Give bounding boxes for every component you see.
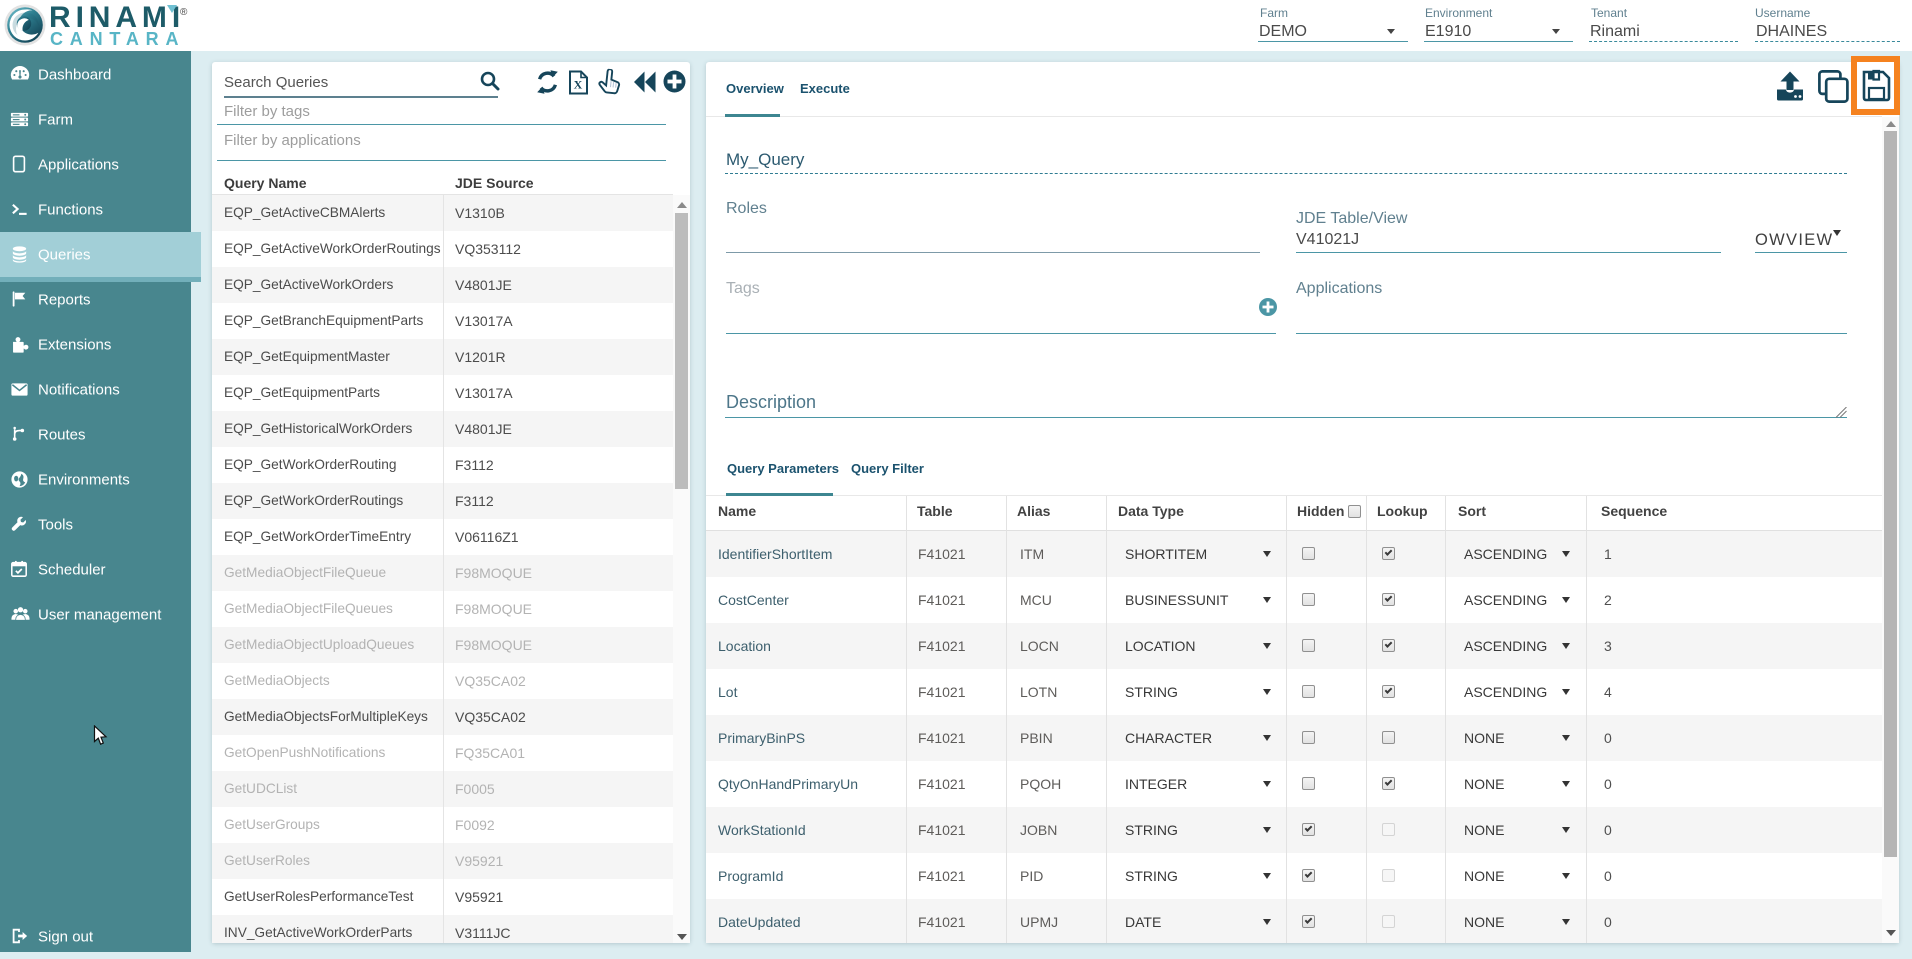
svg-text:X: X <box>574 78 583 92</box>
